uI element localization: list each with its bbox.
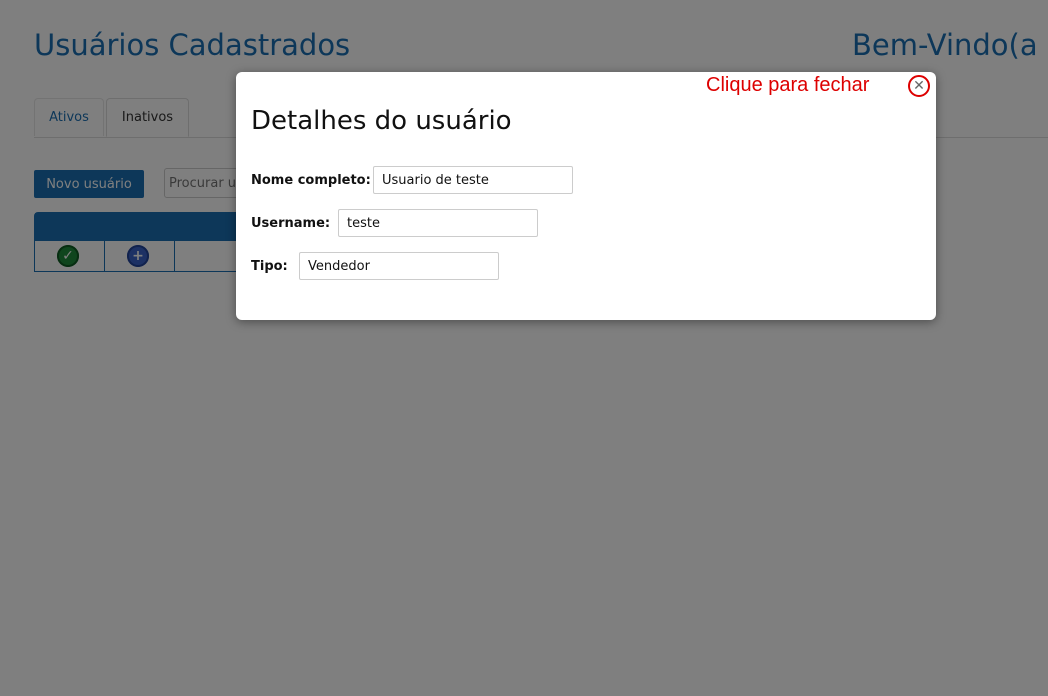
user-details-modal: Clique para fechar ✕ Detalhes do usuário… (236, 72, 936, 320)
close-hint-text: Clique para fechar (706, 74, 870, 96)
full-name-field[interactable] (373, 166, 573, 194)
username-field[interactable] (338, 209, 538, 237)
modal-title: Detalhes do usuário (251, 106, 512, 136)
close-icon[interactable]: ✕ (908, 75, 930, 97)
type-field[interactable] (299, 252, 499, 280)
type-label: Tipo: (251, 259, 288, 274)
full-name-label: Nome completo: (251, 173, 371, 188)
username-label: Username: (251, 216, 331, 231)
